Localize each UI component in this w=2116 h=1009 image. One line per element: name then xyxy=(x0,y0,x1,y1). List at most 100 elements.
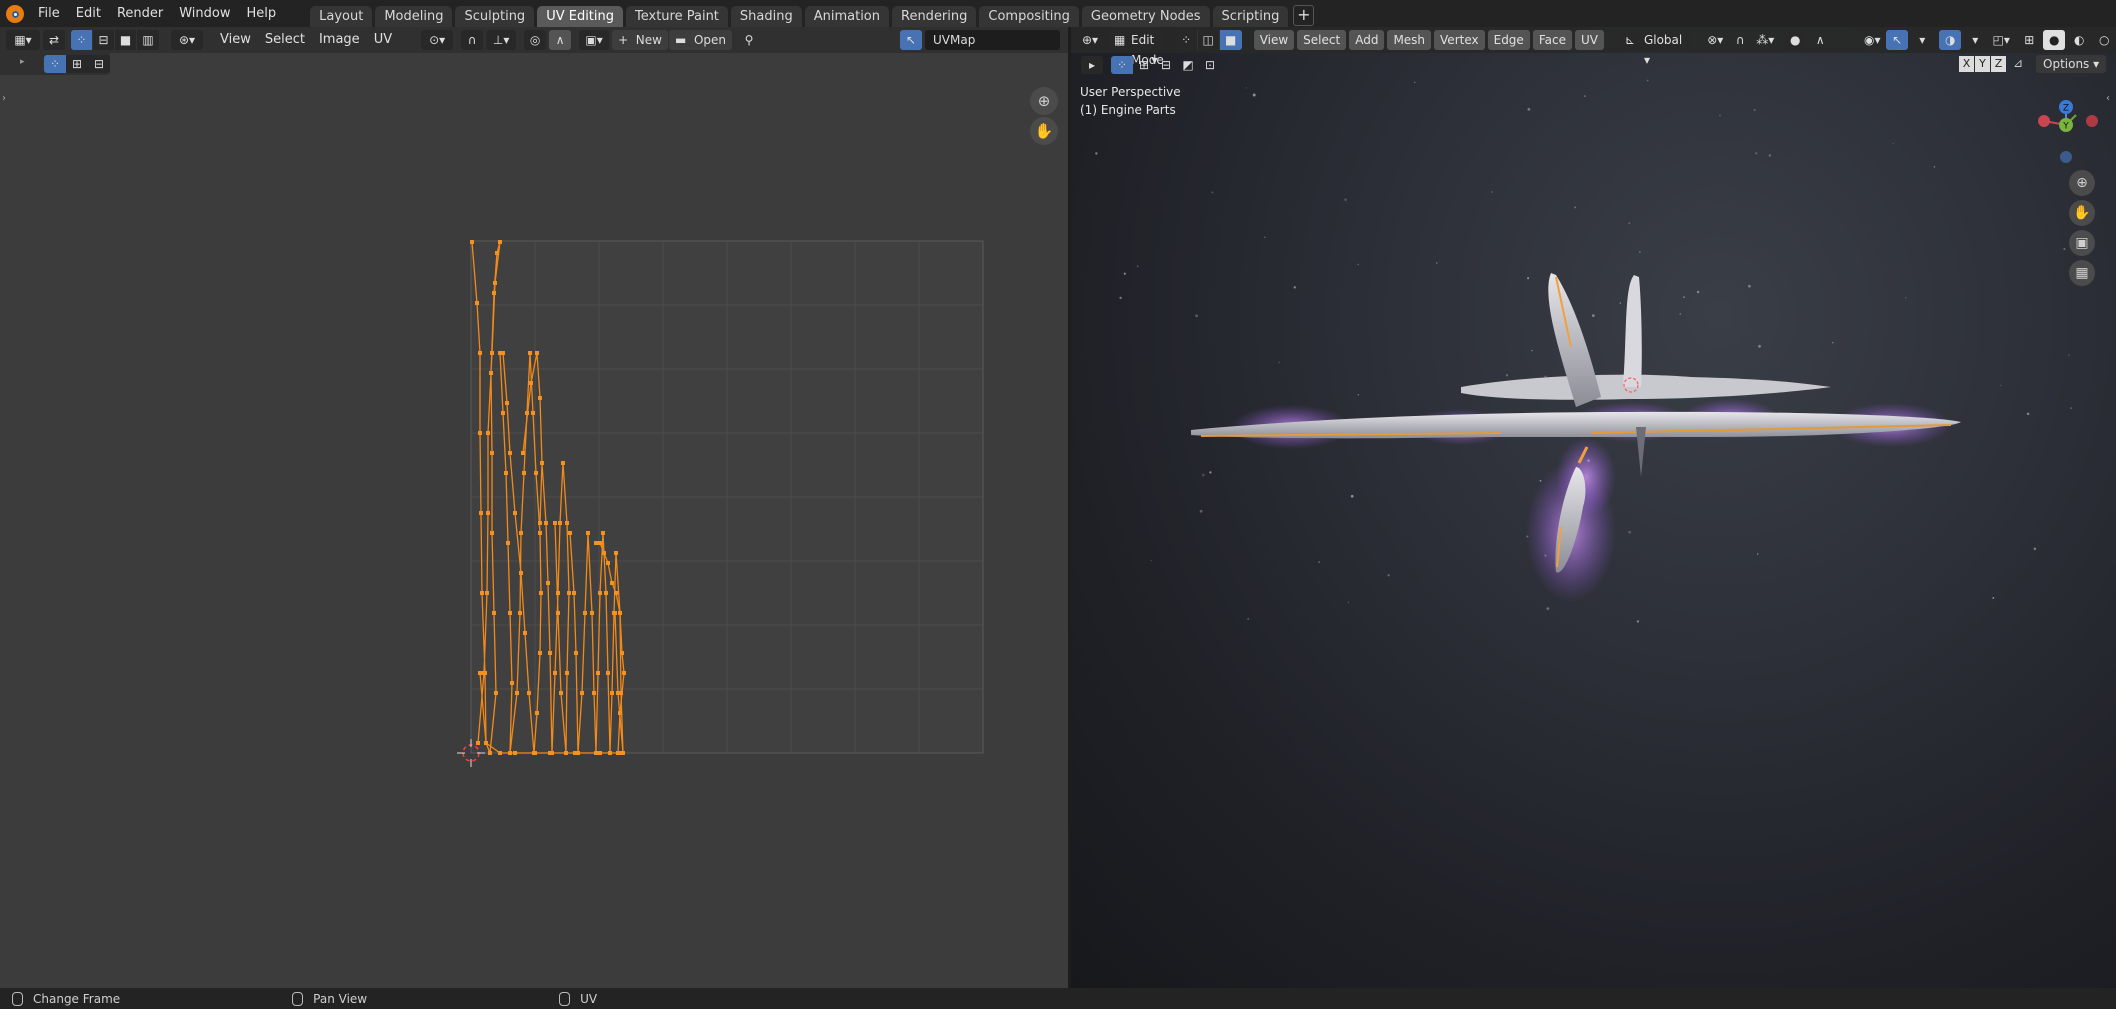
sidebar-arrow-icon[interactable]: ‹ xyxy=(2106,93,2110,104)
tab-layout[interactable]: Layout xyxy=(310,6,373,27)
uv-menu-select[interactable]: Select xyxy=(258,30,312,50)
sticky-selection-icon[interactable]: ⊛▾ xyxy=(171,30,203,50)
gizmo-dropdown-icon[interactable]: ▾ xyxy=(1911,30,1933,50)
wireframe-shading-icon[interactable]: ⊞ xyxy=(2018,30,2040,50)
tab-uv-editing[interactable]: UV Editing xyxy=(537,6,624,27)
overlay-toggle-icon[interactable]: ◑ xyxy=(1939,30,1962,50)
new-image-button[interactable]: + New xyxy=(612,30,668,50)
tab-modeling[interactable]: Modeling xyxy=(375,6,453,27)
vp-menu-face[interactable]: Face xyxy=(1532,30,1572,50)
tab-texture-paint[interactable]: Texture Paint xyxy=(626,6,728,27)
face-mode-icon[interactable]: ■ xyxy=(1219,30,1242,50)
uv-map-selector[interactable]: UVMap xyxy=(925,30,1060,50)
select-invert-icon[interactable]: ◩ xyxy=(1177,56,1199,74)
vp-menu-vertex[interactable]: Vertex xyxy=(1434,30,1485,50)
hand-pan-icon[interactable]: ✋ xyxy=(2069,200,2095,226)
vp-menu-add[interactable]: Add xyxy=(1349,30,1385,50)
visibility-icon[interactable]: ◉▾ xyxy=(1861,30,1883,50)
axis-y-toggle[interactable]: Y xyxy=(1975,56,1990,72)
select-subtract-icon[interactable]: ⊟ xyxy=(1155,56,1177,74)
uv-menu-uv[interactable]: UV xyxy=(367,30,399,50)
menu-edit[interactable]: Edit xyxy=(68,3,109,25)
proportional-edit-icon[interactable]: ● xyxy=(1784,30,1807,50)
mode-selector[interactable]: ▦ Edit Mode ▾ xyxy=(1109,30,1164,67)
editor-type-icon[interactable]: ▦▾ xyxy=(6,30,40,50)
select-new-icon[interactable]: ⁘ xyxy=(1111,56,1133,74)
editor-type-3d-icon[interactable]: ⊕▾ xyxy=(1079,30,1101,50)
blender-logo-icon[interactable] xyxy=(6,4,24,23)
open-image-button[interactable]: ▬ Open xyxy=(668,30,733,50)
uv-menu-view[interactable]: View xyxy=(213,30,258,50)
axis-x-toggle[interactable]: X xyxy=(1959,56,1974,72)
menu-file[interactable]: File xyxy=(30,3,68,25)
gizmo-neg-z-axis[interactable] xyxy=(2060,151,2072,163)
tab-shading[interactable]: Shading xyxy=(730,6,802,27)
tab-animation[interactable]: Animation xyxy=(804,6,889,27)
falloff-curve-icon[interactable]: ∧ xyxy=(1809,30,1831,50)
snap-settings-icon[interactable]: ⁂▾ xyxy=(1754,30,1776,50)
add-workspace-button[interactable]: + xyxy=(1293,5,1315,26)
options-dropdown[interactable]: Options ▾ xyxy=(2036,55,2107,73)
camera-icon[interactable]: ▣ xyxy=(2069,230,2095,256)
sync-selection-icon[interactable]: ⇄ xyxy=(43,30,65,50)
pivot-icon[interactable]: ⊙▾ xyxy=(421,30,454,50)
vp-menu-mesh[interactable]: Mesh xyxy=(1387,30,1432,50)
snap-toggle-icon[interactable]: ∩ xyxy=(1729,30,1751,50)
edge-mode-icon[interactable]: ◫ xyxy=(1197,30,1220,50)
auto-merge-icon[interactable]: ⊿ xyxy=(2013,56,2029,72)
image-browse-icon[interactable]: ▣▾ xyxy=(579,30,610,50)
proportional-edit-icon[interactable]: ◎ xyxy=(524,30,547,50)
menu-window[interactable]: Window xyxy=(171,3,238,25)
zoom-icon[interactable]: ⊕ xyxy=(2069,170,2095,196)
viewport-scene[interactable] xyxy=(1071,27,2116,988)
pivot-point-icon[interactable]: ⊗▾ xyxy=(1704,30,1726,50)
select-new-icon[interactable]: ⁘ xyxy=(44,55,66,73)
vp-menu-view[interactable]: View xyxy=(1253,30,1295,50)
rendered-shading-icon[interactable]: ○ xyxy=(2093,30,2115,50)
grid-ortho-icon[interactable]: ▦ xyxy=(2069,260,2095,286)
menu-help[interactable]: Help xyxy=(239,3,285,25)
pin-icon[interactable]: ⚲ xyxy=(738,30,760,50)
select-extend-icon[interactable]: ⊞ xyxy=(1133,56,1155,74)
menu-render[interactable]: Render xyxy=(109,3,171,25)
xray-icon[interactable]: ◰▾ xyxy=(1990,30,2012,50)
tab-geometry-nodes[interactable]: Geometry Nodes xyxy=(1081,6,1210,27)
tab-scripting[interactable]: Scripting xyxy=(1212,6,1289,27)
face-select-icon[interactable]: ■ xyxy=(115,30,137,50)
island-select-icon[interactable]: ▥ xyxy=(137,30,159,50)
snap-icon[interactable]: ∩ xyxy=(461,30,484,50)
select-intersect-icon[interactable]: ⊡ xyxy=(1199,56,1221,74)
select-extend-icon[interactable]: ⊞ xyxy=(66,55,88,73)
vp-menu-uv[interactable]: UV xyxy=(1574,30,1604,50)
gizmo-x-axis[interactable] xyxy=(2038,115,2050,127)
tab-compositing[interactable]: Compositing xyxy=(979,6,1079,27)
transform-orientation-selector[interactable]: ⊾ Global ▾ xyxy=(1617,30,1691,67)
toolbar-toggle-icon[interactable]: ▸ xyxy=(1081,56,1103,74)
gizmo-toggle-icon[interactable]: ↖ xyxy=(1886,30,1909,50)
snap-target-icon[interactable]: ⊥▾ xyxy=(486,30,517,50)
expand-toolbar-icon[interactable]: ▸ xyxy=(20,57,25,67)
gizmo-toggle-icon[interactable]: ↖ xyxy=(900,30,923,50)
tab-sculpting[interactable]: Sculpting xyxy=(455,6,535,27)
solid-shading-icon[interactable]: ● xyxy=(2043,30,2066,50)
uv-menu-image[interactable]: Image xyxy=(312,30,367,50)
vertex-mode-icon[interactable]: ⁘ xyxy=(1175,30,1198,50)
overlay-dropdown-icon[interactable]: ▾ xyxy=(1964,30,1986,50)
select-subtract-icon[interactable]: ⊟ xyxy=(88,55,110,73)
vp-menu-select[interactable]: Select xyxy=(1297,30,1347,50)
hand-pan-icon[interactable]: ✋ xyxy=(1030,117,1058,145)
toolbar-arrow-icon[interactable]: › xyxy=(2,93,6,104)
falloff-icon[interactable]: ∧ xyxy=(549,30,572,50)
vp-menu-edge[interactable]: Edge xyxy=(1487,30,1530,50)
zoom-icon[interactable]: ⊕ xyxy=(1030,87,1058,115)
3d-viewport[interactable]: ⊕▾ ▦ Edit Mode ▾ ⁘ ◫ ■ View Select Add M… xyxy=(1071,27,2116,988)
material-shading-icon[interactable]: ◐ xyxy=(2068,30,2090,50)
aircraft-mesh[interactable] xyxy=(1191,273,1961,573)
uv-canvas[interactable] xyxy=(0,53,1068,988)
vertex-select-icon[interactable]: ⁘ xyxy=(71,30,93,50)
axis-z-toggle[interactable]: Z xyxy=(1991,56,2006,72)
navigation-gizmo[interactable]: Z Y xyxy=(2026,87,2106,167)
tab-rendering[interactable]: Rendering xyxy=(892,6,977,27)
gizmo-neg-x-axis[interactable] xyxy=(2086,115,2098,127)
edge-select-icon[interactable]: ⊟ xyxy=(93,30,115,50)
